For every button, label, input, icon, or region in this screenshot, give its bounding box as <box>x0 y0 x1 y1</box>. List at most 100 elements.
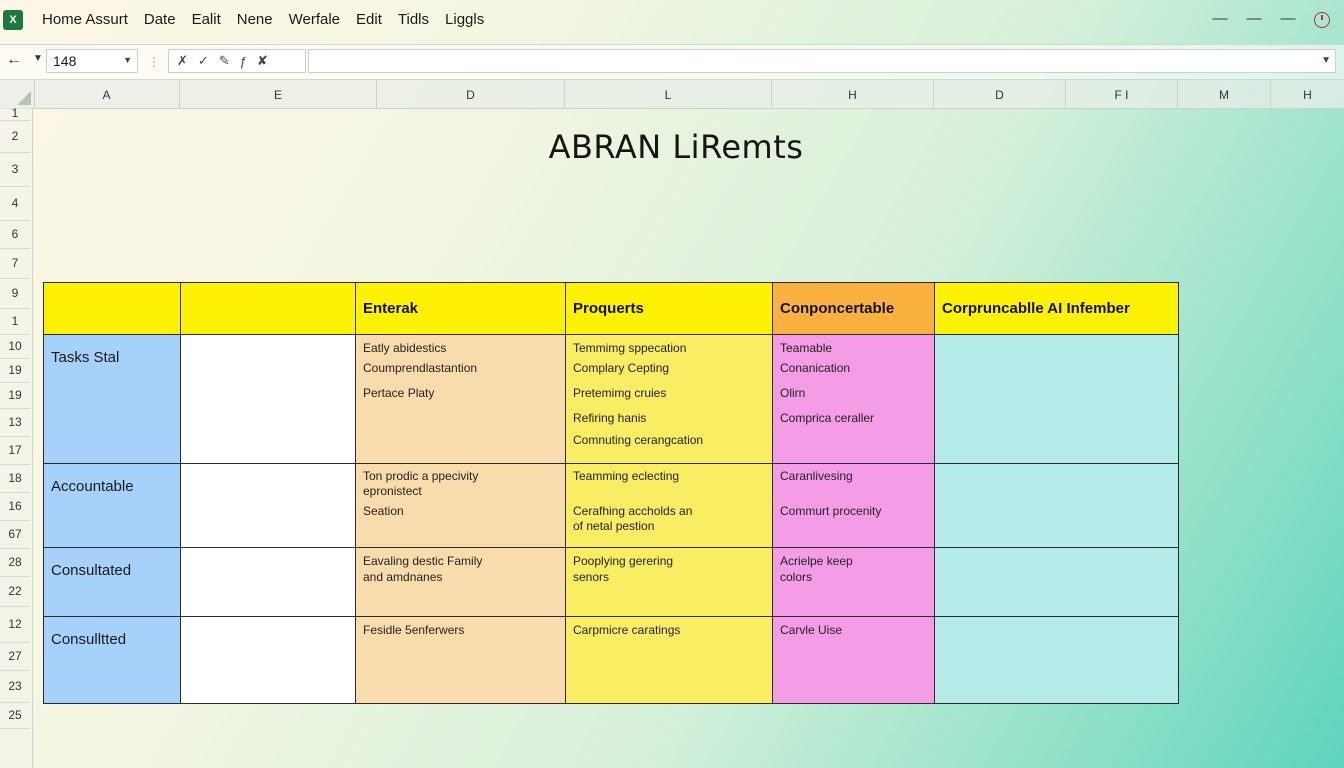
column-header[interactable]: E <box>180 80 377 108</box>
role-label[interactable]: Accountable <box>44 464 181 548</box>
menu-item-nene[interactable]: Nene <box>237 11 273 28</box>
role-label[interactable]: Consulltted <box>44 617 181 704</box>
table-cell[interactable]: Carvle Uise <box>773 617 935 704</box>
column-header[interactable]: H <box>772 80 934 108</box>
row-header[interactable]: 1 <box>0 308 30 335</box>
menu-item-home[interactable]: Home Assurt <box>42 11 128 28</box>
table-cell[interactable] <box>935 617 1179 704</box>
cell-text: Acrielpe keep <box>780 554 853 568</box>
row-header[interactable]: 18 <box>0 464 30 493</box>
function-icon[interactable]: ƒ <box>240 54 247 69</box>
row-header[interactable]: 28 <box>0 548 30 577</box>
column-header[interactable]: M <box>1178 80 1271 108</box>
cell-text: Refiring hanis <box>573 411 647 425</box>
column-header[interactable]: H <box>1271 80 1344 108</box>
row-headers: 1 2 3 4 6 7 9 1 10 19 19 13 17 18 16 67 … <box>0 107 33 768</box>
row-header[interactable]: 23 <box>0 670 30 703</box>
row-header[interactable]: 22 <box>0 576 30 607</box>
row-header[interactable]: 13 <box>0 408 30 437</box>
cell-text: Caranlivesing <box>780 469 853 483</box>
maximize-button[interactable]: — <box>1280 10 1296 28</box>
row-header[interactable]: 4 <box>0 186 30 221</box>
name-box-dropdown-icon[interactable]: ▼ <box>123 55 132 65</box>
row-header[interactable]: 7 <box>0 248 30 279</box>
excel-app-icon[interactable]: X <box>3 10 23 30</box>
column-header[interactable]: L <box>565 80 772 108</box>
column-header[interactable]: D <box>377 80 565 108</box>
table-cell[interactable] <box>935 464 1179 548</box>
role-label[interactable]: Consultated <box>44 548 181 617</box>
table-cell[interactable] <box>181 548 356 617</box>
menu-item-liggls[interactable]: Liggls <box>445 11 484 28</box>
row-header[interactable]: 3 <box>0 152 30 187</box>
header-cell[interactable]: Enterak <box>356 283 566 335</box>
cell-text: Temmimg sppecation <box>573 341 687 355</box>
row-header[interactable]: 19 <box>0 358 30 383</box>
table-cell[interactable] <box>181 335 356 464</box>
menu-item-edit[interactable]: Edit <box>356 11 382 28</box>
header-cell[interactable]: Conponcertable <box>773 283 935 335</box>
cell-text: Carpmicre caratings <box>573 623 681 637</box>
row-header[interactable]: 67 <box>0 520 30 549</box>
row-header[interactable]: 17 <box>0 436 30 465</box>
cell-text: colors <box>780 570 813 584</box>
column-header[interactable]: F I <box>1066 80 1178 108</box>
clock-icon[interactable] <box>1314 12 1330 28</box>
table-cell[interactable]: Teamable Conanication Olirn Comprica cer… <box>773 335 935 464</box>
table-cell[interactable]: Carpmicre caratings <box>566 617 773 704</box>
cell-text: Pertace Platy <box>363 386 435 400</box>
select-all-button[interactable] <box>0 80 35 108</box>
table-cell[interactable]: Eatly abidestics Coumprendlastantion Per… <box>356 335 566 464</box>
table-cell[interactable]: Acrielpe keep colors <box>773 548 935 617</box>
table-cell[interactable] <box>181 617 356 704</box>
back-arrow-icon[interactable]: ← <box>6 51 22 69</box>
header-cell[interactable]: Corpruncablle AI Infember <box>935 283 1179 335</box>
insert-function-icon[interactable]: ✘ <box>257 53 268 69</box>
row-header[interactable]: 16 <box>0 492 30 521</box>
menu-item-date[interactable]: Date <box>144 11 176 28</box>
column-header[interactable]: D <box>934 80 1066 108</box>
table-cell[interactable]: Pooplying gerering senors <box>566 548 773 617</box>
sheet-title: ABRAN LiRemts <box>548 128 804 166</box>
table-cell[interactable]: Fesidle 5enferwers <box>356 617 566 704</box>
row-header[interactable]: 10 <box>0 334 30 359</box>
menu-item-werfale[interactable]: Werfale <box>289 11 340 28</box>
table-cell[interactable]: Teamming eclecting Cerafhing accholds an… <box>566 464 773 548</box>
cancel-icon[interactable]: ✗ <box>177 53 188 69</box>
table-cell[interactable]: Eavaling destic Family and amdnanes <box>356 548 566 617</box>
table-cell[interactable] <box>935 335 1179 464</box>
menu-item-tidls[interactable]: Tidls <box>398 11 429 28</box>
header-cell[interactable]: Proquerts <box>566 283 773 335</box>
formula-bar: ← ▼ 148 ▼ ⋮ ✗ ✓ ✎ ƒ ✘ ▼ <box>0 44 1344 80</box>
minimize-button[interactable]: — <box>1212 10 1228 28</box>
row-header[interactable]: 25 <box>0 702 30 729</box>
row-header[interactable]: 19 <box>0 382 30 409</box>
header-cell[interactable] <box>181 283 356 335</box>
row-header[interactable]: 27 <box>0 642 30 671</box>
table-cell[interactable]: Caranlivesing Commurt procenity <box>773 464 935 548</box>
enter-check-icon[interactable]: ✓ <box>198 53 209 69</box>
table-cell[interactable] <box>935 548 1179 617</box>
row-header[interactable]: 2 <box>0 120 30 153</box>
name-box[interactable]: 148 ▼ <box>46 49 138 73</box>
role-label[interactable]: Tasks Stal <box>44 335 181 464</box>
menu-item-ealit[interactable]: Ealit <box>192 11 221 28</box>
restore-button[interactable]: — <box>1246 10 1262 28</box>
table-cell[interactable] <box>181 464 356 548</box>
expand-formula-icon[interactable]: ▼ <box>1321 55 1331 66</box>
row-header[interactable]: 12 <box>0 606 30 643</box>
header-cell[interactable] <box>44 283 181 335</box>
row-header[interactable]: 6 <box>0 220 30 249</box>
cell-text: Comprica ceraller <box>780 411 875 425</box>
cell-text: Cerafhing accholds an <box>573 504 693 518</box>
column-header[interactable]: A <box>34 80 180 108</box>
chevron-down-icon[interactable]: ▼ <box>33 53 43 64</box>
table-cell[interactable]: Ton prodic a ppecivity epronistect Seati… <box>356 464 566 548</box>
drag-handle-icon[interactable]: ⋮ <box>148 55 160 69</box>
pen-icon[interactable]: ✎ <box>219 53 230 69</box>
cell-text: of netal pestion <box>573 519 655 533</box>
name-box-value: 148 <box>53 53 77 69</box>
table-cell[interactable]: Temmimg sppecation Complary Cepting Pret… <box>566 335 773 464</box>
row-header[interactable]: 9 <box>0 278 30 309</box>
formula-input[interactable]: ▼ <box>308 49 1336 73</box>
